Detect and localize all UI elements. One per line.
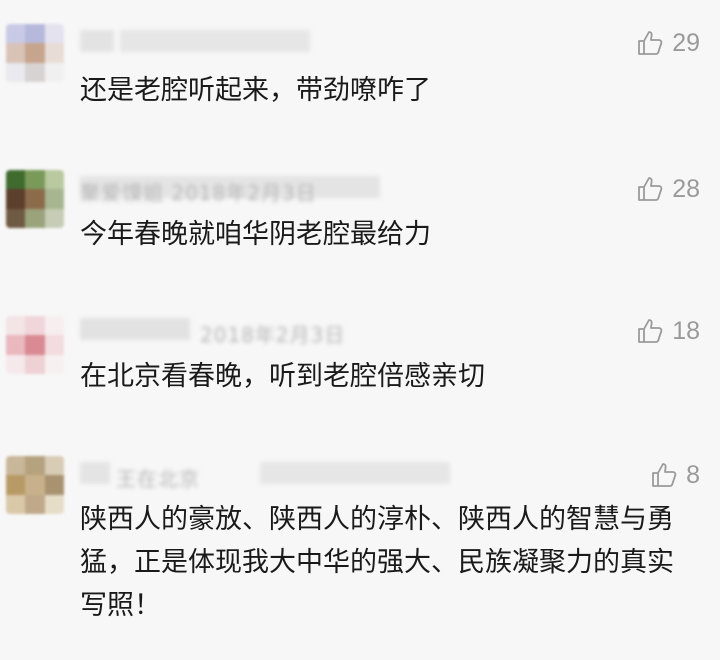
thumbs-up-icon bbox=[636, 29, 664, 57]
like-button[interactable]: 18 bbox=[636, 316, 700, 346]
comment-meta-blurred: 2018年2月3日 bbox=[80, 318, 380, 347]
comment-meta-blurred bbox=[80, 30, 320, 52]
like-button[interactable]: 8 bbox=[650, 460, 700, 490]
thumbs-up-icon bbox=[636, 317, 664, 345]
like-count: 29 bbox=[672, 29, 700, 57]
like-count: 18 bbox=[672, 317, 700, 345]
comment-text: 还是老腔听起来，带劲嘹咋了 bbox=[80, 75, 431, 106]
comment-meta-blurred: 聚爱馍姐 2018年2月3日 bbox=[80, 176, 390, 205]
avatar[interactable] bbox=[6, 24, 64, 82]
thumbs-up-icon bbox=[650, 461, 678, 489]
avatar[interactable] bbox=[6, 316, 64, 374]
like-button[interactable]: 28 bbox=[636, 174, 700, 204]
thumbs-up-icon bbox=[636, 175, 664, 203]
avatar[interactable] bbox=[6, 456, 64, 514]
comment-text: 今年春晚就咱华阴老腔最给力 bbox=[80, 219, 431, 250]
comment-meta-blurred: 王在北京 bbox=[80, 462, 460, 491]
like-button[interactable]: 29 bbox=[636, 28, 700, 58]
avatar[interactable] bbox=[6, 170, 64, 228]
like-count: 28 bbox=[672, 175, 700, 203]
like-count: 8 bbox=[686, 461, 700, 489]
comment-text: 在北京看春晚，听到老腔倍感亲切 bbox=[80, 361, 485, 392]
comment-text: 陕西人的豪放、陕西人的淳朴、陕西人的智慧与勇猛，正是体现我大中华的强大、民族凝聚… bbox=[80, 504, 674, 621]
